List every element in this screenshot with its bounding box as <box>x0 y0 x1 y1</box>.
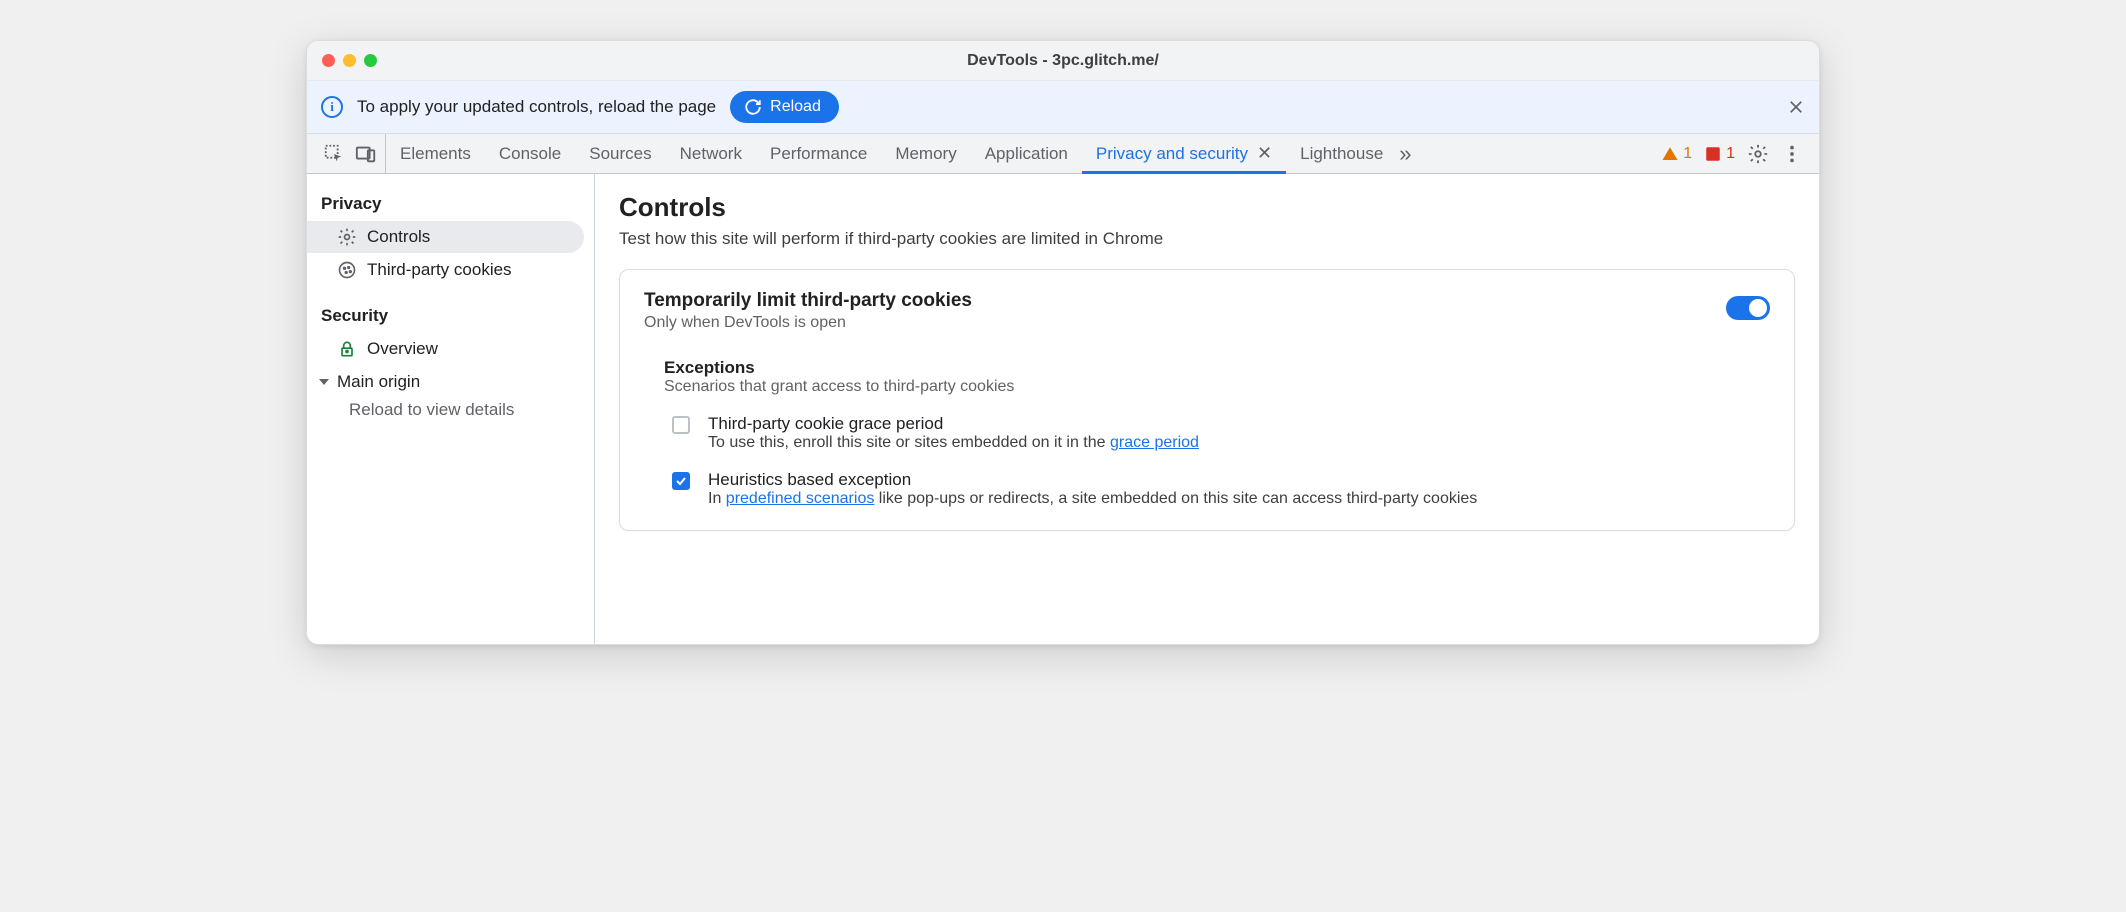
inspect-element-icon[interactable] <box>323 143 345 165</box>
sidebar-item-label: Overview <box>367 339 438 359</box>
exception-label: Heuristics based exception <box>708 470 1477 490</box>
sidebar: Privacy Controls Third-party cookies <box>307 174 595 644</box>
predefined-scenarios-link[interactable]: predefined scenarios <box>726 490 875 507</box>
sidebar-item-main-origin[interactable]: Main origin <box>307 366 594 394</box>
tabs: Elements Console Sources Network Perform… <box>386 134 1414 173</box>
sidebar-item-label: Third-party cookies <box>367 260 512 280</box>
tab-memory[interactable]: Memory <box>881 134 970 173</box>
tab-console[interactable]: Console <box>485 134 575 173</box>
card-subtitle: Only when DevTools is open <box>644 314 972 332</box>
tab-privacy-and-security[interactable]: Privacy and security ✕ <box>1082 134 1286 173</box>
card-title: Temporarily limit third-party cookies <box>644 290 972 312</box>
fullscreen-window-button[interactable] <box>364 54 377 67</box>
warning-triangle-icon <box>1661 145 1679 163</box>
caret-down-icon <box>319 379 329 385</box>
checkmark-icon <box>675 475 687 487</box>
sidebar-item-controls[interactable]: Controls <box>307 221 584 253</box>
reload-infobar: i To apply your updated controls, reload… <box>307 81 1819 134</box>
sidebar-heading-security: Security <box>307 300 594 332</box>
exceptions-subtitle: Scenarios that grant access to third-par… <box>664 378 1770 396</box>
exception-description: To use this, enroll this site or sites e… <box>708 434 1199 452</box>
error-flag-icon <box>1704 145 1722 163</box>
more-tabs-chevron-icon[interactable]: » <box>1397 141 1413 167</box>
heuristics-checkbox[interactable] <box>672 472 690 490</box>
page-subtitle: Test how this site will perform if third… <box>619 229 1795 249</box>
errors-indicator[interactable]: 1 <box>1704 145 1735 163</box>
cookie-icon <box>337 260 357 280</box>
tab-sources[interactable]: Sources <box>575 134 665 173</box>
reload-icon <box>744 98 762 116</box>
exception-label: Third-party cookie grace period <box>708 414 1199 434</box>
gear-icon[interactable] <box>1747 143 1769 165</box>
tab-network[interactable]: Network <box>666 134 756 173</box>
traffic-lights <box>307 54 377 67</box>
device-toolbar-icon[interactable] <box>355 143 377 165</box>
grace-period-checkbox[interactable] <box>672 416 690 434</box>
sidebar-item-label: Controls <box>367 227 430 247</box>
info-icon: i <box>321 96 343 118</box>
exceptions-section: Exceptions Scenarios that grant access t… <box>644 358 1770 508</box>
exception-description: In predefined scenarios like pop-ups or … <box>708 490 1477 508</box>
lock-icon <box>337 339 357 359</box>
kebab-menu-icon[interactable] <box>1781 143 1803 165</box>
close-icon[interactable] <box>1787 98 1805 116</box>
minimize-window-button[interactable] <box>343 54 356 67</box>
sidebar-item-label: Main origin <box>337 372 420 392</box>
gear-icon <box>337 227 357 247</box>
grace-period-link[interactable]: grace period <box>1110 434 1199 451</box>
tab-application[interactable]: Application <box>971 134 1082 173</box>
tab-strip: Elements Console Sources Network Perform… <box>307 134 1819 174</box>
devtools-window: DevTools - 3pc.glitch.me/ i To apply you… <box>306 40 1820 645</box>
infobar-message: To apply your updated controls, reload t… <box>357 97 716 117</box>
sidebar-item-overview[interactable]: Overview <box>307 333 584 365</box>
limit-cookies-card: Temporarily limit third-party cookies On… <box>619 269 1795 531</box>
exceptions-title: Exceptions <box>664 358 1770 378</box>
warnings-count: 1 <box>1683 145 1692 163</box>
exception-heuristics: Heuristics based exception In predefined… <box>664 470 1770 508</box>
errors-count: 1 <box>1726 145 1735 163</box>
tab-close-icon[interactable]: ✕ <box>1257 143 1272 164</box>
tab-elements[interactable]: Elements <box>386 134 485 173</box>
reload-button-label: Reload <box>770 98 821 116</box>
tab-lighthouse[interactable]: Lighthouse <box>1286 134 1397 173</box>
titlebar: DevTools - 3pc.glitch.me/ <box>307 41 1819 81</box>
close-window-button[interactable] <box>322 54 335 67</box>
sidebar-item-third-party-cookies[interactable]: Third-party cookies <box>307 254 584 286</box>
exception-grace-period: Third-party cookie grace period To use t… <box>664 414 1770 452</box>
reload-button[interactable]: Reload <box>730 91 839 123</box>
warnings-indicator[interactable]: 1 <box>1661 145 1692 163</box>
window-title: DevTools - 3pc.glitch.me/ <box>307 52 1819 70</box>
page-title: Controls <box>619 192 1795 223</box>
sidebar-heading-privacy: Privacy <box>307 188 594 220</box>
limit-cookies-toggle[interactable] <box>1726 296 1770 320</box>
tab-performance[interactable]: Performance <box>756 134 881 173</box>
main-panel: Controls Test how this site will perform… <box>595 174 1819 644</box>
sidebar-reload-hint: Reload to view details <box>307 394 594 426</box>
panel-body: Privacy Controls Third-party cookies <box>307 174 1819 644</box>
